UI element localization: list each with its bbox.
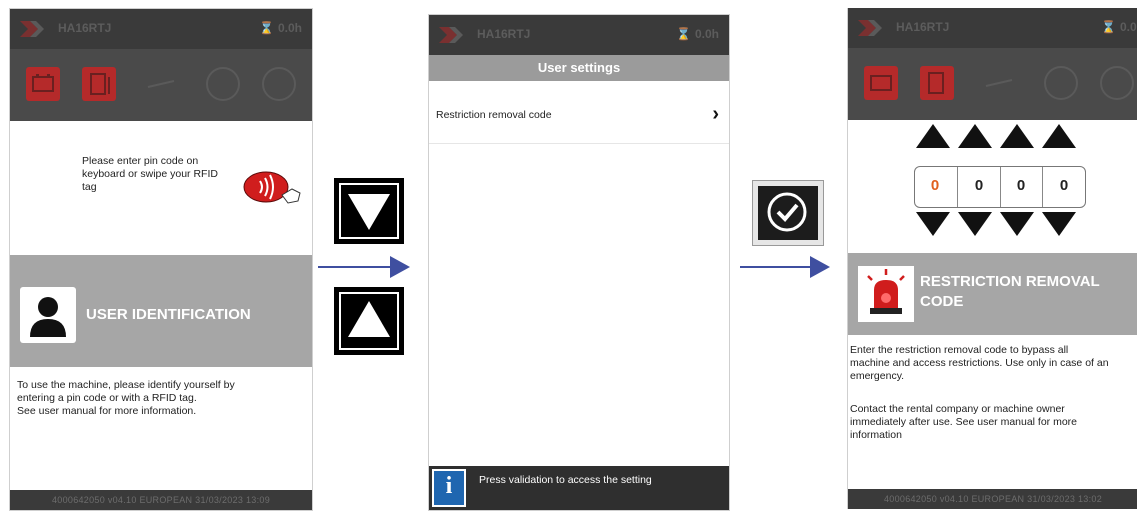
digit-1-down-button[interactable] xyxy=(916,212,950,236)
contact-line: Contact the rental company or machine ow… xyxy=(850,403,1065,415)
charger-icon xyxy=(920,66,954,100)
band-title: RESTRICTION REMOVAL CODE xyxy=(920,273,1100,310)
brand-logo-icon xyxy=(20,21,44,37)
status-bar: HA16RTJ ⌛0.0h xyxy=(848,8,1137,48)
flow-arrow-head xyxy=(390,256,410,278)
hourglass-icon: ⌛ xyxy=(259,21,274,35)
code-entry: 0 0 0 0 xyxy=(914,166,1086,208)
user-identification-screen: HA16RTJ ⌛ 0.0h Please enter pin code on k… xyxy=(9,8,313,511)
machine-id: HA16RTJ xyxy=(477,27,531,41)
info-text: Press validation to access the setting xyxy=(479,474,652,486)
contact-text: Contact the rental company or machine ow… xyxy=(850,403,1136,442)
digit-2-down-button[interactable] xyxy=(958,212,992,236)
page-title: User settings xyxy=(429,55,729,81)
instruction-line: To use the machine, please identify your… xyxy=(17,379,235,391)
setting-label: Restriction removal code xyxy=(436,109,552,121)
level-icon xyxy=(144,67,178,101)
version-footer: 4000642050 v04.10 EUROPEAN 31/03/2023 13… xyxy=(848,489,1137,509)
restriction-removal-code-row[interactable]: Restriction removal code › xyxy=(429,81,729,144)
hourglass-icon: ⌛ xyxy=(676,27,691,41)
flow-arrow-line xyxy=(740,266,812,268)
validate-key[interactable] xyxy=(752,180,824,246)
up-key[interactable] xyxy=(334,287,404,355)
hour-meter: ⌛0.0h xyxy=(676,27,719,41)
flow-arrow-head xyxy=(810,256,830,278)
checkmark-circle-icon xyxy=(767,192,807,232)
battery-icon xyxy=(26,67,60,101)
digit-1-up-button[interactable] xyxy=(916,124,950,148)
info-icon: i xyxy=(432,469,466,507)
status-bar: HA16RTJ ⌛0.0h xyxy=(429,15,729,55)
down-triangle-icon xyxy=(348,194,390,230)
level-icon xyxy=(982,66,1016,100)
brand-logo-icon xyxy=(439,27,463,43)
hour-value: 0.0h xyxy=(694,27,719,41)
code-digit-4[interactable]: 0 xyxy=(1054,177,1074,194)
digit-4-down-button[interactable] xyxy=(1042,212,1076,236)
up-triangle-icon xyxy=(348,301,390,337)
digit-4-up-button[interactable] xyxy=(1042,124,1076,148)
hour-meter: ⌛0.0h xyxy=(1101,20,1137,34)
hour-value: 0.0h xyxy=(277,21,302,35)
instruction-line: emergency. xyxy=(850,370,905,382)
instruction-line: entering a pin code or with a RFID tag. xyxy=(17,392,197,404)
warning-circle-icon xyxy=(206,67,240,101)
machine-id: HA16RTJ xyxy=(896,20,950,34)
user-avatar-icon xyxy=(20,287,76,343)
hourglass-icon: ⌛ xyxy=(1101,20,1116,34)
alert-circle-icon xyxy=(1100,66,1134,100)
code-digit-3[interactable]: 0 xyxy=(1011,177,1031,194)
digit-3-up-button[interactable] xyxy=(1000,124,1034,148)
battery-icon xyxy=(864,66,898,100)
chevron-right-icon: › xyxy=(712,103,719,125)
version-footer: 4000642050 v04.10 EUROPEAN 31/03/2023 13… xyxy=(10,490,312,510)
instruction-line: Enter the restriction removal code to by… xyxy=(850,344,1069,356)
down-key[interactable] xyxy=(334,178,404,244)
info-bar: i Press validation to access the setting xyxy=(429,466,729,510)
band-title: USER IDENTIFICATION xyxy=(86,306,251,323)
restriction-removal-screen: HA16RTJ ⌛0.0h 0 0 0 0 RESTRICTION REMOVA xyxy=(847,8,1137,509)
rfid-tag-icon xyxy=(243,171,301,204)
code-digit-1[interactable]: 0 xyxy=(925,177,945,194)
charger-icon xyxy=(82,67,116,101)
instruction-text: To use the machine, please identify your… xyxy=(17,379,307,418)
instruction-line: machine and access restrictions. Use onl… xyxy=(850,357,1109,369)
flow-arrow-line xyxy=(318,266,392,268)
status-bar: HA16RTJ ⌛0.0h xyxy=(10,9,312,49)
digit-3-down-button[interactable] xyxy=(1000,212,1034,236)
code-digit-2[interactable]: 0 xyxy=(969,177,989,194)
brand-logo-icon xyxy=(858,20,882,36)
alert-circle-icon xyxy=(262,67,296,101)
toolbar xyxy=(848,48,1137,120)
instruction-text: Enter the restriction removal code to by… xyxy=(850,344,1136,383)
pin-prompt: Please enter pin code on keyboard or swi… xyxy=(82,155,218,193)
siren-icon xyxy=(858,266,914,322)
hour-meter: ⌛0.0h xyxy=(259,21,302,35)
contact-line: immediately after use. See user manual f… xyxy=(850,416,1078,428)
user-settings-screen: HA16RTJ ⌛ 0.0h User settings Restriction … xyxy=(428,14,730,511)
instruction-line: See user manual for more information. xyxy=(17,405,197,417)
hour-value: 0.0h xyxy=(1119,20,1137,34)
digit-2-up-button[interactable] xyxy=(958,124,992,148)
toolbar xyxy=(10,49,312,121)
machine-id: HA16RTJ xyxy=(58,21,112,35)
contact-line: information xyxy=(850,429,902,441)
warning-circle-icon xyxy=(1044,66,1078,100)
